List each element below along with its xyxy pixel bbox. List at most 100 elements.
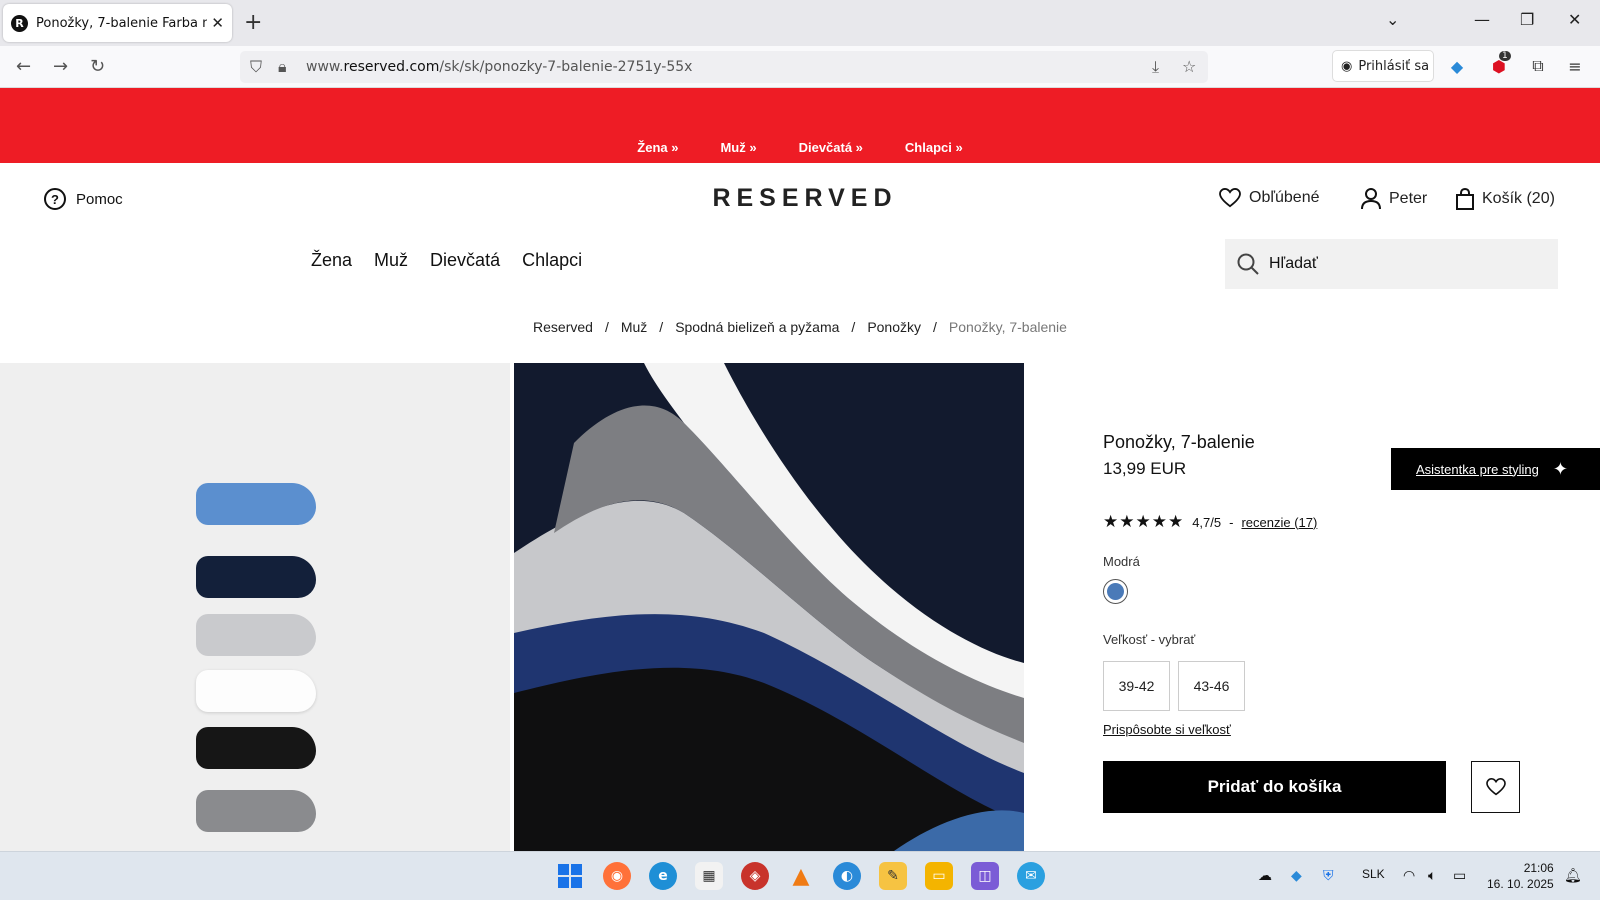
- store-icon[interactable]: ▦: [695, 862, 723, 890]
- cart-link[interactable]: Košík (20): [1456, 188, 1555, 210]
- language-indicator[interactable]: SLK: [1362, 867, 1385, 881]
- edge-icon[interactable]: e: [649, 862, 677, 890]
- promo-banner: Žena » Muž » Dievčatá » Chlapci »: [0, 88, 1600, 163]
- nav-item-dievcata[interactable]: Dievčatá: [430, 250, 500, 271]
- heart-icon: [1485, 778, 1506, 796]
- onedrive-icon[interactable]: ☁: [1258, 867, 1272, 884]
- add-to-cart-button[interactable]: Pridať do košíka: [1103, 761, 1446, 813]
- product-image-closeup[interactable]: [514, 363, 1024, 851]
- windows-start-icon[interactable]: [556, 862, 584, 890]
- search-box[interactable]: [1225, 239, 1558, 289]
- sock-light-gray: [196, 614, 316, 656]
- url-text[interactable]: www.reserved.com/sk/sk/ponozky-7-balenie…: [306, 59, 692, 75]
- sock-navy: [196, 556, 316, 598]
- vlc-icon[interactable]: ▲: [787, 862, 815, 890]
- promo-link-dievcata[interactable]: Dievčatá »: [799, 140, 863, 155]
- promo-links: Žena » Muž » Dievčatá » Chlapci »: [0, 140, 1600, 155]
- notification-bell-icon[interactable]: 🔔︎: [1564, 867, 1582, 884]
- signin-button[interactable]: ◉ Prihlásiť sa: [1332, 50, 1434, 82]
- volume-icon[interactable]: 🔈︎: [1428, 867, 1436, 884]
- restore-icon[interactable]: ❐: [1520, 10, 1534, 29]
- back-icon[interactable]: ←: [16, 56, 31, 77]
- rating-value: 4,7/5: [1192, 514, 1222, 530]
- site-logo[interactable]: RESERVED: [700, 184, 910, 213]
- promo-link-zena[interactable]: Žena »: [637, 140, 678, 155]
- tab-close-icon[interactable]: ✕: [211, 14, 224, 32]
- swatch-fill: [1107, 583, 1124, 600]
- search-icon: [1237, 253, 1259, 275]
- browser-nav-bar: ← → ↻ ⛉ 🔒︎ www.reserved.com/sk/sk/ponozk…: [0, 46, 1600, 88]
- nav-item-chlapci[interactable]: Chlapci: [522, 250, 582, 271]
- breadcrumb-item[interactable]: Reserved: [533, 319, 593, 335]
- user-icon: [1361, 188, 1381, 210]
- browser-tab-bar: R Ponožky, 7-balenie Farba modrá ✕ + ⌄ —…: [0, 0, 1600, 46]
- app-purple-icon[interactable]: ◫: [971, 862, 999, 890]
- extension-fox-icon[interactable]: ◆: [1446, 55, 1468, 77]
- breadcrumb: Reserved / Muž / Spodná bielizeň a pyžam…: [0, 319, 1600, 335]
- breadcrumb-separator: /: [604, 319, 609, 335]
- reserved-favicon-icon: R: [11, 14, 28, 32]
- color-label: Modrá: [1103, 554, 1140, 569]
- product-name: Ponožky, 7-balenie: [1103, 432, 1255, 452]
- help-link[interactable]: ? Pomoc: [44, 188, 123, 210]
- search-input[interactable]: [1269, 255, 1539, 273]
- product-image-flatlay[interactable]: [0, 363, 510, 851]
- browser-tab[interactable]: R Ponožky, 7-balenie Farba modrá ✕: [3, 4, 232, 42]
- close-window-icon[interactable]: ✕: [1568, 10, 1581, 29]
- styling-assistant-button[interactable]: Asistentka pre styling ✦: [1391, 448, 1600, 490]
- menu-hamburger-icon[interactable]: ≡: [1564, 55, 1586, 77]
- reviews-link[interactable]: recenzie (17): [1241, 515, 1317, 530]
- breadcrumb-separator: /: [659, 319, 664, 335]
- firefox-icon[interactable]: ◉: [603, 862, 631, 890]
- wifi-icon[interactable]: ◠: [1403, 867, 1415, 884]
- help-icon: ?: [44, 188, 66, 210]
- promo-link-muz[interactable]: Muž »: [720, 140, 756, 155]
- tab-title: Ponožky, 7-balenie Farba modrá: [36, 15, 207, 31]
- save-page-icon[interactable]: ⤓: [1152, 57, 1159, 77]
- product-rating: ★★★★★ 4,7/5 - recenzie (17): [1103, 512, 1317, 532]
- product-price: 13,99 EUR: [1103, 459, 1187, 478]
- favorites-link[interactable]: Obľúbené: [1219, 188, 1320, 208]
- file-explorer-icon[interactable]: ▭: [925, 862, 953, 890]
- size-button-43-46[interactable]: 43-46: [1178, 661, 1245, 711]
- url-bar[interactable]: ⛉ 🔒︎ www.reserved.com/sk/sk/ponozky-7-ba…: [240, 51, 1208, 83]
- nav-item-muz[interactable]: Muž: [374, 250, 408, 271]
- add-to-favorites-button[interactable]: [1471, 761, 1520, 813]
- system-clock[interactable]: 21:06 16. 10. 2025: [1487, 860, 1554, 892]
- breadcrumb-item[interactable]: Muž: [621, 319, 647, 335]
- breadcrumb-current: Ponožky, 7-balenie: [948, 319, 1067, 335]
- rating-separator: -: [1229, 514, 1234, 530]
- breadcrumb-item[interactable]: Ponožky: [867, 319, 921, 335]
- app-red-icon[interactable]: ◈: [741, 862, 769, 890]
- security-shield-icon[interactable]: ⛨: [1323, 867, 1334, 884]
- main-navigation: Žena Muž Dievčatá Chlapci: [311, 250, 582, 271]
- user-account-link[interactable]: Peter: [1361, 188, 1427, 210]
- size-label: Veľkosť - vybrať: [1103, 632, 1196, 647]
- adblock-badge: 1: [1499, 51, 1511, 61]
- app-yellow-icon[interactable]: ✎: [879, 862, 907, 890]
- list-tabs-icon[interactable]: ⌄: [1386, 10, 1399, 29]
- extensions-puzzle-icon[interactable]: ⧉: [1527, 55, 1549, 77]
- tray-app-icon[interactable]: ◆: [1291, 867, 1302, 884]
- breadcrumb-item[interactable]: Spodná bielizeň a pyžama: [675, 319, 839, 335]
- nav-item-zena[interactable]: Žena: [311, 250, 352, 271]
- minimize-icon[interactable]: —: [1474, 10, 1490, 29]
- new-tab-icon[interactable]: +: [244, 10, 262, 35]
- windows-taskbar: ◉ e ▦ ◈ ▲ ◐ ✎ ▭ ◫ ✉ ☁ ◆ ⛨ SLK ◠ 🔈︎ ▭ 21:…: [0, 851, 1600, 900]
- lock-icon[interactable]: 🔒︎: [278, 57, 287, 77]
- sparkle-icon: ✦: [1552, 458, 1568, 479]
- size-guide-link[interactable]: Prispôsobte si veľkosť: [1103, 722, 1231, 737]
- bookmark-star-icon[interactable]: ☆: [1182, 57, 1196, 76]
- socks-closeup-illustration: [514, 363, 1024, 851]
- forward-icon[interactable]: →: [53, 56, 68, 77]
- app-mail-icon[interactable]: ✉: [1017, 862, 1045, 890]
- product-info: Ponožky, 7-balenie 13,99 EUR: [1103, 432, 1255, 479]
- promo-link-chlapci[interactable]: Chlapci »: [905, 140, 963, 155]
- reload-icon[interactable]: ↻: [90, 56, 105, 77]
- color-swatch-blue[interactable]: [1103, 579, 1128, 604]
- size-button-39-42[interactable]: 39-42: [1103, 661, 1170, 711]
- sock-gray: [196, 790, 316, 832]
- battery-icon[interactable]: ▭: [1453, 867, 1466, 884]
- shield-icon[interactable]: ⛉: [250, 57, 262, 77]
- app-blue-icon[interactable]: ◐: [833, 862, 861, 890]
